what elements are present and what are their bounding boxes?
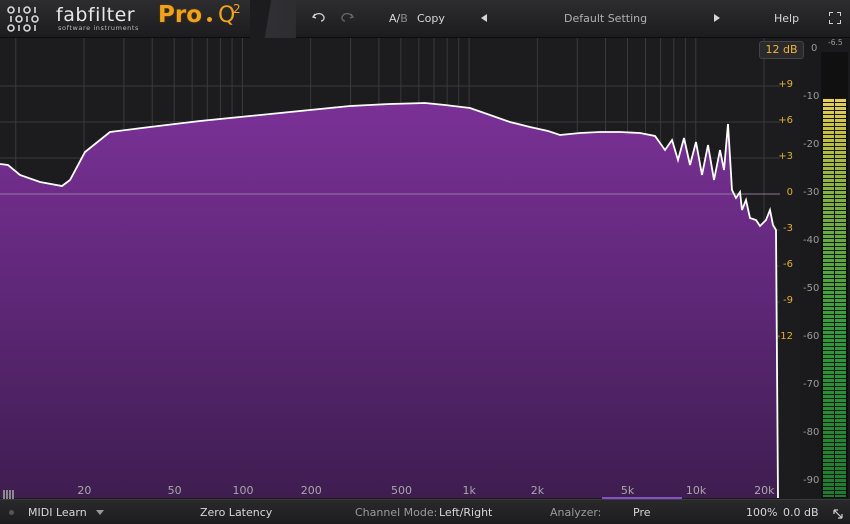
analyzer-button[interactable]: Pre: [633, 506, 651, 519]
product-dot: [207, 17, 212, 22]
frequency-label: 10k: [685, 484, 707, 497]
analyzer-label: Analyzer:: [550, 506, 602, 519]
output-gain-control[interactable]: 0.0 dB: [783, 506, 819, 519]
analyzer-db-label: -30: [803, 187, 820, 198]
analyzer-db-label: -10: [803, 91, 820, 102]
analyzer-db-label: -40: [803, 235, 820, 246]
eq-db-label: 0: [786, 187, 793, 198]
chevron-down-icon[interactable]: [96, 510, 104, 515]
resize-icon[interactable]: [832, 505, 844, 519]
header-bar: fabfilter software instruments Pro Q 2 A…: [0, 0, 850, 38]
eq-display[interactable]: [0, 38, 800, 498]
product-name: Pro: [158, 2, 203, 28]
meter-bar-left: [823, 98, 834, 497]
ab-label-b: B: [400, 12, 408, 25]
midi-learn-button[interactable]: MIDI Learn: [28, 506, 87, 519]
eq-db-label: +6: [778, 115, 793, 126]
analyzer-db-label: -80: [803, 427, 820, 438]
fabfilter-logo-icon: [6, 6, 44, 32]
redo-icon[interactable]: [340, 11, 356, 25]
eq-db-label: -3: [783, 223, 793, 234]
previous-preset-icon[interactable]: [481, 14, 487, 22]
preset-name[interactable]: Default Setting: [564, 12, 647, 25]
latency-mode-button[interactable]: Zero Latency: [200, 506, 272, 519]
analyzer-db-label: -60: [803, 331, 820, 342]
peak-readout[interactable]: -6.5: [828, 38, 843, 47]
frequency-label: 1k: [462, 484, 476, 497]
header-divider: [250, 0, 296, 38]
analyzer-db-label: -70: [803, 379, 820, 390]
ab-label-a: A/: [389, 12, 401, 25]
eq-db-label: -9: [783, 295, 793, 306]
eq-db-label: -6: [783, 259, 793, 270]
ab-toggle-button[interactable]: A/B: [389, 12, 408, 25]
spectrum-canvas: [0, 38, 780, 498]
spectrum-fill: [0, 103, 778, 498]
channel-mode-button[interactable]: Left/Right: [439, 506, 492, 519]
undo-icon[interactable]: [311, 11, 328, 25]
analyzer-db-label: 0: [811, 43, 818, 54]
eq-db-label: +3: [778, 151, 793, 162]
analyzer-db-label: -20: [803, 139, 820, 150]
eq-db-label: +9: [778, 79, 793, 90]
frequency-label: 100: [232, 484, 254, 497]
frequency-label: 5k: [620, 484, 635, 497]
frequency-label: 200: [300, 484, 322, 497]
next-preset-icon[interactable]: [714, 14, 720, 22]
analyzer-db-label: -90: [803, 475, 820, 486]
frequency-label: 50: [167, 484, 182, 497]
channel-mode-label: Channel Mode:: [355, 506, 438, 519]
brand-name: fabfilter: [56, 4, 136, 26]
meter-bar-right: [835, 98, 846, 497]
footer-bar: MIDI Learn Zero Latency Channel Mode: Le…: [0, 499, 850, 524]
display-range-button[interactable]: 12 dB: [759, 41, 804, 59]
help-button[interactable]: Help: [774, 12, 799, 25]
analyzer-db-label: -50: [803, 283, 820, 294]
fullscreen-icon[interactable]: [829, 12, 841, 24]
copy-button[interactable]: Copy: [417, 12, 445, 25]
zoom-button[interactable]: 100%: [746, 506, 777, 519]
piano-display-icon[interactable]: [3, 485, 15, 500]
frequency-label: 20k: [754, 484, 775, 497]
brand-subtitle: software instruments: [58, 24, 140, 32]
midi-indicator-icon: [9, 510, 14, 515]
eq-db-label: -12: [776, 331, 793, 342]
product-version: 2: [233, 2, 241, 16]
frequency-label: 20: [77, 484, 92, 497]
frequency-label: 500: [390, 484, 412, 497]
frequency-label: 2k: [530, 484, 545, 497]
